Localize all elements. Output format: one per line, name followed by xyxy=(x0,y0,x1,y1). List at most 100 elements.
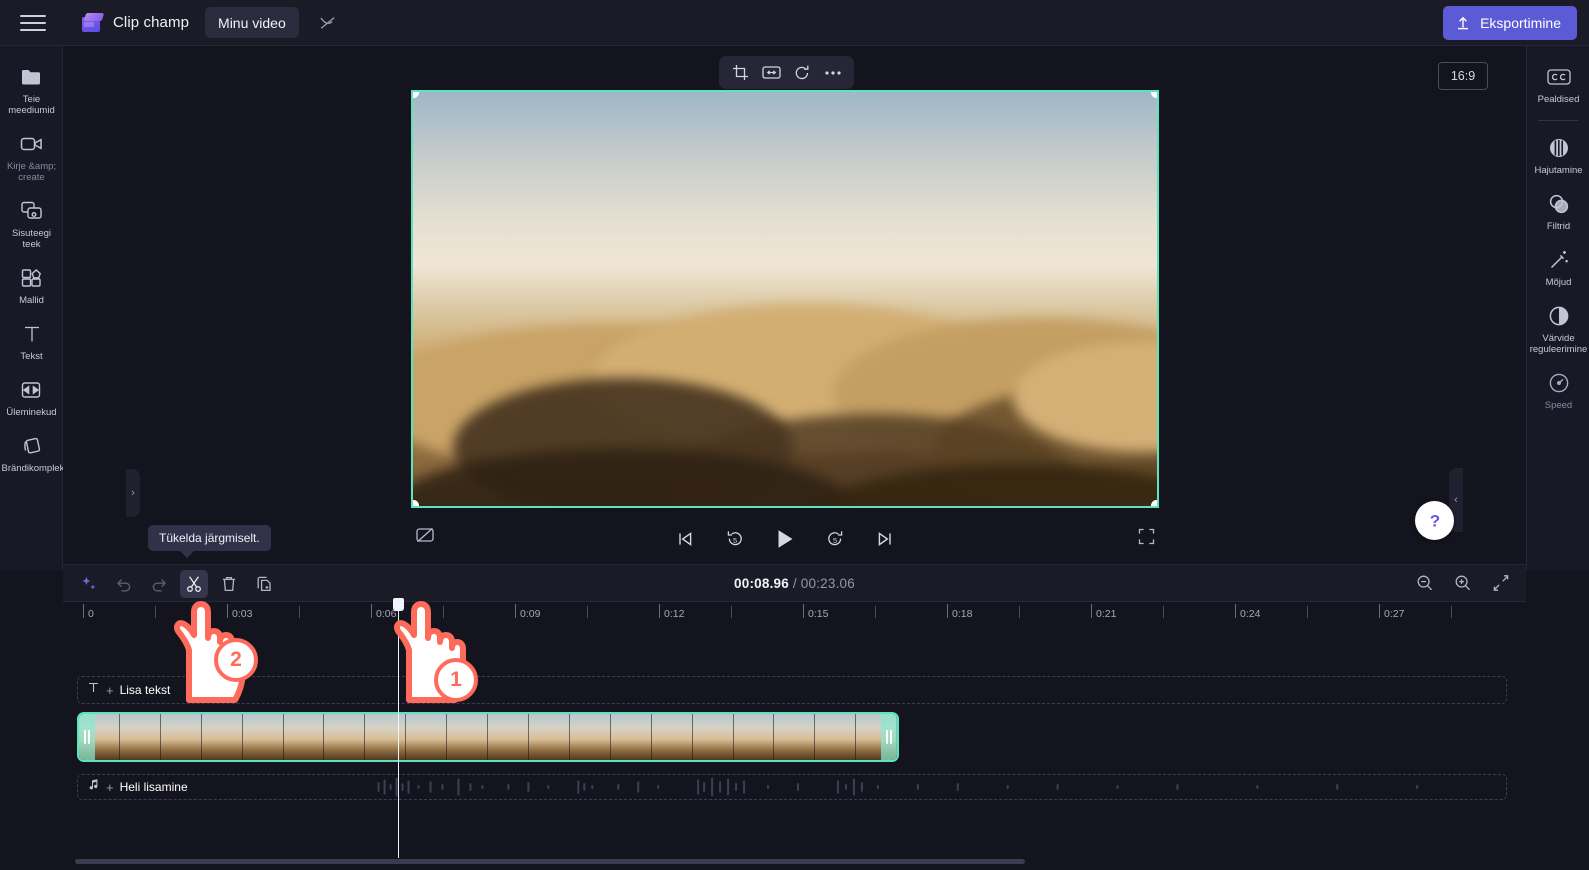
playhead[interactable] xyxy=(398,600,399,858)
folder-icon xyxy=(19,65,45,89)
timecode-display: 00:08.96 / 00:23.06 xyxy=(734,576,855,591)
forward-5-icon[interactable]: 5 xyxy=(820,524,850,554)
add-audio-track[interactable]: + Heli lisamine xyxy=(77,774,1507,800)
eye-off-icon[interactable] xyxy=(311,8,345,38)
top-bar: Clip champ Minu video Eksportimine xyxy=(0,0,1589,46)
brand: Clip champ xyxy=(80,12,189,34)
delete-trash-icon[interactable] xyxy=(215,570,243,598)
sidebar-item-content-library[interactable]: Sisuteegi teek xyxy=(0,190,63,257)
svg-text:?: ? xyxy=(1429,511,1439,530)
sidebar-item-record-create[interactable]: Kirje &amp; create xyxy=(0,123,63,190)
sidebar-item-filters[interactable]: Filtrid xyxy=(1527,183,1589,239)
sidebar-item-effects[interactable]: Mõjud xyxy=(1527,239,1589,295)
svg-text:5: 5 xyxy=(733,536,737,545)
fit-icon[interactable] xyxy=(757,60,785,86)
video-preview[interactable] xyxy=(413,92,1157,506)
add-audio-plus: + xyxy=(106,780,114,795)
add-text-plus: + xyxy=(106,683,114,698)
sidebar-item-label: Teie meediumid xyxy=(2,94,61,116)
aspect-ratio-badge[interactable]: 16:9 xyxy=(1438,62,1488,90)
export-button[interactable]: Eksportimine xyxy=(1443,6,1577,40)
time-separator: / xyxy=(793,576,797,591)
sidebar-item-brand-kit[interactable]: Brändikomplekt xyxy=(0,425,63,481)
clip-trim-handle-right[interactable] xyxy=(881,714,897,760)
project-name-chip[interactable]: Minu video xyxy=(205,7,299,38)
brand-kit-icon xyxy=(19,434,45,458)
play-button[interactable] xyxy=(770,524,800,554)
sidebar-item-label: Hajutamine xyxy=(1534,165,1582,176)
sidebar-item-your-media[interactable]: Teie meediumid xyxy=(0,56,63,123)
timeline-horizontal-scrollbar[interactable] xyxy=(75,859,1025,864)
rotate-icon[interactable] xyxy=(788,60,816,86)
color-adjust-icon xyxy=(1546,304,1572,328)
left-sidebar: Teie meediumid Kirje &amp; create Sisute… xyxy=(0,46,63,570)
right-sidebar: Pealdised Hajutamine Filtrid xyxy=(1526,46,1589,570)
sidebar-item-text[interactable]: Tekst xyxy=(0,313,63,369)
crop-icon[interactable] xyxy=(726,60,754,86)
redo-icon[interactable] xyxy=(145,570,173,598)
resize-handle-top-right[interactable] xyxy=(1151,92,1157,98)
sidebar-item-templates[interactable]: Mallid xyxy=(0,257,63,313)
export-label: Eksportimine xyxy=(1480,15,1561,31)
speed-gauge-icon xyxy=(1546,371,1572,395)
duplicate-icon[interactable] xyxy=(250,570,278,598)
undo-icon[interactable] xyxy=(110,570,138,598)
sidebar-item-transitions[interactable]: Üleminekud xyxy=(0,369,63,425)
sidebar-item-label: Üleminekud xyxy=(6,407,56,418)
ruler-label: 0:03 xyxy=(227,608,252,620)
sidebar-item-label: Tekst xyxy=(20,351,42,362)
total-time: 00:23.06 xyxy=(801,576,855,591)
clipchamp-editor: Clip champ Minu video Eksportimine Teie … xyxy=(0,0,1589,870)
fullscreen-icon[interactable] xyxy=(1138,528,1155,550)
split-scissors-icon[interactable] xyxy=(180,570,208,598)
text-t-icon xyxy=(87,681,100,699)
hamburger-icon[interactable] xyxy=(16,10,50,36)
fit-timeline-icon[interactable] xyxy=(1490,571,1512,595)
sidebar-item-label: Kirje &amp; create xyxy=(2,161,61,183)
preview-stage: 16:9 xyxy=(63,46,1526,570)
sidebar-item-speed[interactable]: Speed xyxy=(1527,362,1589,418)
resize-handle-bottom-right[interactable] xyxy=(1151,500,1157,506)
captions-off-icon[interactable] xyxy=(415,526,435,549)
skip-next-icon[interactable] xyxy=(870,524,900,554)
add-text-label: Lisa tekst xyxy=(120,683,171,697)
zoom-in-icon[interactable] xyxy=(1452,571,1474,595)
resize-handle-top-left[interactable] xyxy=(413,92,419,98)
timeline-tools xyxy=(75,570,278,598)
sidebar-item-captions[interactable]: Pealdised xyxy=(1527,56,1589,112)
add-text-track[interactable]: + Lisa tekst xyxy=(77,676,1507,704)
collapse-left-panel-button[interactable]: › xyxy=(126,469,140,517)
split-tooltip: Tükelda järgmiselt. xyxy=(148,525,271,551)
music-note-icon xyxy=(87,778,100,796)
sidebar-item-label: Sisuteegi teek xyxy=(2,228,61,250)
effects-wand-icon xyxy=(1546,248,1572,272)
fade-icon xyxy=(1546,136,1572,160)
help-button[interactable]: ? xyxy=(1415,501,1454,540)
sidebar-item-label: Mõjud xyxy=(1546,277,1572,288)
more-icon[interactable] xyxy=(819,60,847,86)
sidebar-item-fade[interactable]: Hajutamine xyxy=(1527,127,1589,183)
audio-waveform xyxy=(78,775,1506,799)
rewind-5-icon[interactable]: 5 xyxy=(720,524,750,554)
skip-previous-icon[interactable] xyxy=(670,524,700,554)
sidebar-item-label: Mallid xyxy=(19,295,44,306)
annotation-badge-1: 1 xyxy=(434,658,478,702)
timeline-ruler[interactable]: 0 0:03 0:06 0:09 0:12 0:15 0:18 0:21 0:2… xyxy=(63,602,1526,628)
magic-sparkle-icon[interactable] xyxy=(75,570,103,598)
timeline-zoom-controls xyxy=(1414,571,1512,595)
ruler-label: 0:15 xyxy=(803,608,828,620)
playhead-knob[interactable] xyxy=(393,598,404,611)
sidebar-item-color-adjust[interactable]: Värvide reguleerimine xyxy=(1527,295,1589,362)
sidebar-item-label: Pealdised xyxy=(1538,94,1580,105)
zoom-out-icon[interactable] xyxy=(1414,571,1436,595)
clipchamp-logo-icon xyxy=(80,12,104,34)
text-icon xyxy=(19,322,45,346)
video-clip[interactable] xyxy=(77,712,899,762)
clip-trim-handle-left[interactable] xyxy=(79,714,95,760)
sidebar-item-label: Värvide reguleerimine xyxy=(1529,333,1588,355)
ruler-label: 0 xyxy=(83,608,94,620)
sidebar-divider xyxy=(1538,120,1578,121)
templates-icon xyxy=(19,266,45,290)
current-time: 00:08.96 xyxy=(734,576,789,591)
sidebar-item-label: Speed xyxy=(1545,400,1572,411)
